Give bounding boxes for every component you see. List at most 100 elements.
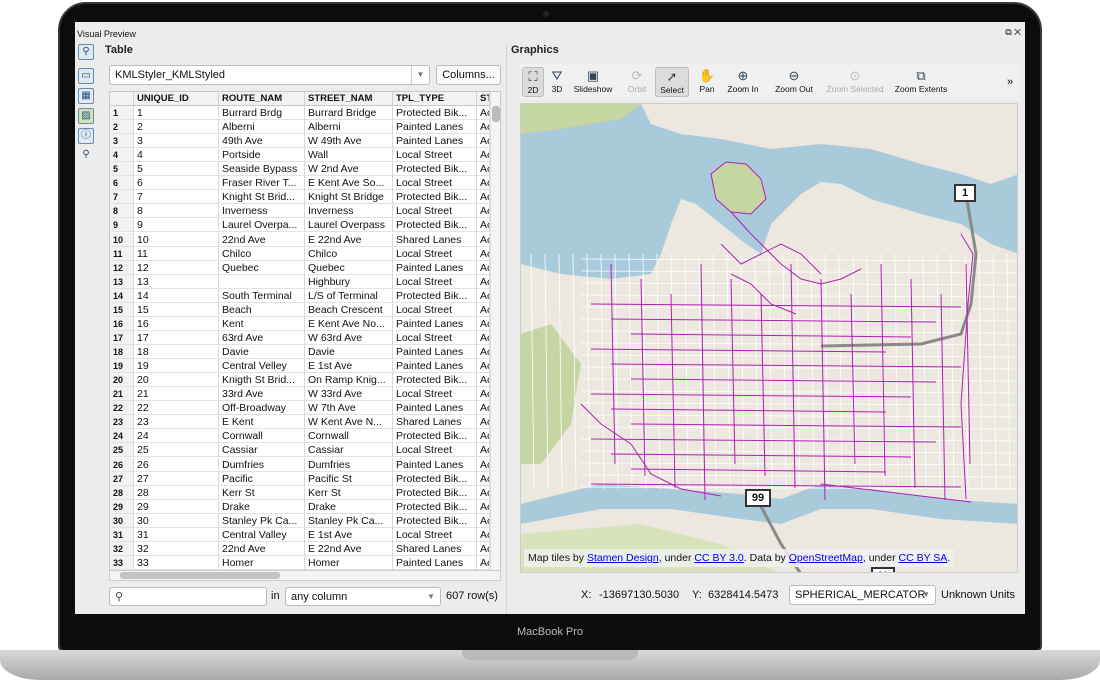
table-cell[interactable]: Protected Bik... [393,485,477,500]
table-cell[interactable]: South Terminal [219,288,305,303]
table-row[interactable]: 2525CassiarCassiarLocal StreetAc [110,443,490,458]
table-cell[interactable]: Local Street [393,274,477,289]
table-row[interactable]: 2929DrakeDrakeProtected Bik...Ac [110,499,490,514]
table-cell[interactable]: Painted Lanes [393,555,477,570]
table-cell[interactable]: 22nd Ave [219,541,305,556]
table-cell[interactable]: Pacific [219,471,305,486]
table-cell[interactable]: 31 [134,527,219,542]
table-cell[interactable]: Ac [477,148,490,163]
column-header[interactable]: TPL_TYPE [393,92,477,106]
table-cell[interactable]: Ac [477,120,490,135]
table-row[interactable]: 101022nd AveE 22nd AveShared LanesAc [110,232,490,247]
row-number[interactable]: 22 [110,401,134,416]
row-number[interactable]: 14 [110,288,134,303]
graphics-icon[interactable]: ▨ [78,108,94,124]
table-row[interactable]: 30 30 Stanley Pk Ca... Stanley Pk Ca... Prot… [110,513,490,528]
table-cell[interactable]: E Kent Ave So... [305,176,393,191]
table-cell[interactable]: Ac [477,260,490,275]
table-cell[interactable]: Quebec [305,260,393,275]
row-number[interactable]: 23 [110,415,134,430]
row-number[interactable]: 21 [110,387,134,402]
layout-icon[interactable]: ▭ [78,68,94,84]
table-cell[interactable] [219,274,305,289]
table-row[interactable]: 1313 HighburyLocal StreetAc [110,274,490,289]
table-cell[interactable]: Ac [477,555,490,570]
table-cell[interactable]: Dumfries [305,457,393,472]
table-cell[interactable]: E 1st Ave [305,527,393,542]
table-cell[interactable]: 30 [134,513,219,528]
table-cell[interactable]: Ac [477,302,490,317]
table-cell[interactable]: Local Street [393,527,477,542]
table-row[interactable]: 2626DumfriesDumfriesPainted LanesAc [110,457,490,472]
table-cell[interactable]: Alberni [219,120,305,135]
row-number[interactable]: 9 [110,218,134,233]
scroll-thumb[interactable] [492,106,500,122]
table-cell[interactable]: Off-Broadway [219,401,305,416]
toolbar-button-orbit[interactable]: ⟳ Orbit [624,67,650,97]
table-cell[interactable]: 23 [134,415,219,430]
table-cell[interactable]: Local Street [393,387,477,402]
row-number[interactable]: 3 [110,134,134,149]
map-view[interactable]: 1 99 91 [520,103,1018,573]
row-number[interactable]: 6 [110,176,134,191]
row-number[interactable]: 29 [110,499,134,514]
table-cell[interactable]: Ac [477,415,490,430]
table-cell[interactable]: 22 [134,401,219,416]
table-cell[interactable]: On Ramp Knig... [305,373,393,388]
table-cell[interactable]: Ac [477,316,490,331]
table-cell[interactable]: Painted Lanes [393,134,477,149]
horizontal-scrollbar[interactable] [109,570,501,581]
table-row[interactable]: 1616KentE Kent Ave No...Painted LanesAc [110,316,490,331]
table-cell[interactable]: Local Street [393,176,477,191]
row-number[interactable]: 20 [110,373,134,388]
columns-button[interactable]: Columns... [436,65,501,85]
table-cell[interactable]: Stanley Pk Ca... [305,513,393,528]
table-cell[interactable]: Painted Lanes [393,359,477,374]
table-cell[interactable]: Quebec [219,260,305,275]
row-number[interactable]: 25 [110,443,134,458]
table-cell[interactable]: E 22nd Ave [305,541,393,556]
table-row[interactable]: 1515BeachBeach CrescentLocal StreetAc [110,302,490,317]
splitter[interactable] [506,44,507,614]
table-cell[interactable]: Shared Lanes [393,415,477,430]
table-cell[interactable]: Laurel Overpa... [219,218,305,233]
table-cell[interactable]: Central Velley [219,359,305,374]
table-cell[interactable]: Beach Crescent [305,302,393,317]
table-cell[interactable]: Ac [477,443,490,458]
row-number[interactable]: 12 [110,260,134,275]
row-number[interactable]: 19 [110,359,134,374]
table-cell[interactable]: Protected Bik... [393,429,477,444]
table-cell[interactable]: Davie [219,345,305,360]
table-cell[interactable]: 15 [134,302,219,317]
table-cell[interactable]: L/S of Terminal [305,288,393,303]
table-row[interactable]: 14 14 South Terminal L/S of Terminal Protect… [110,288,490,303]
table-cell[interactable]: 19 [134,359,219,374]
table-cell[interactable]: Stanley Pk Ca... [219,513,305,528]
table-cell[interactable]: Pacific St [305,471,393,486]
table-cell[interactable]: Kerr St [305,485,393,500]
table-cell[interactable]: Inverness [305,204,393,219]
table-cell[interactable]: Burrard Bridge [305,106,393,120]
row-number[interactable]: 13 [110,274,134,289]
row-number[interactable]: 10 [110,232,134,247]
table-cell[interactable]: Knigth St Brid... [219,373,305,388]
table-cell[interactable]: Kent [219,316,305,331]
table-cell[interactable]: Ac [477,106,490,120]
table-cell[interactable]: Ac [477,176,490,191]
row-number[interactable]: 26 [110,457,134,472]
table-cell[interactable]: 28 [134,485,219,500]
table-cell[interactable]: 27 [134,471,219,486]
table-cell[interactable]: Ac [477,274,490,289]
table-row[interactable]: 88InvernessInvernessLocal StreetAc [110,204,490,219]
table-cell[interactable]: Protected Bik... [393,106,477,120]
table-cell[interactable]: Knight St Brid... [219,190,305,205]
table-cell[interactable]: Painted Lanes [393,316,477,331]
table-cell[interactable]: 7 [134,190,219,205]
table-cell[interactable]: Ac [477,345,490,360]
table-cell[interactable]: W Kent Ave N... [305,415,393,430]
table-cell[interactable]: 4 [134,148,219,163]
table-cell[interactable]: Ac [477,429,490,444]
row-number[interactable]: 24 [110,429,134,444]
table-cell[interactable]: Local Street [393,204,477,219]
table-cell[interactable]: Local Street [393,443,477,458]
